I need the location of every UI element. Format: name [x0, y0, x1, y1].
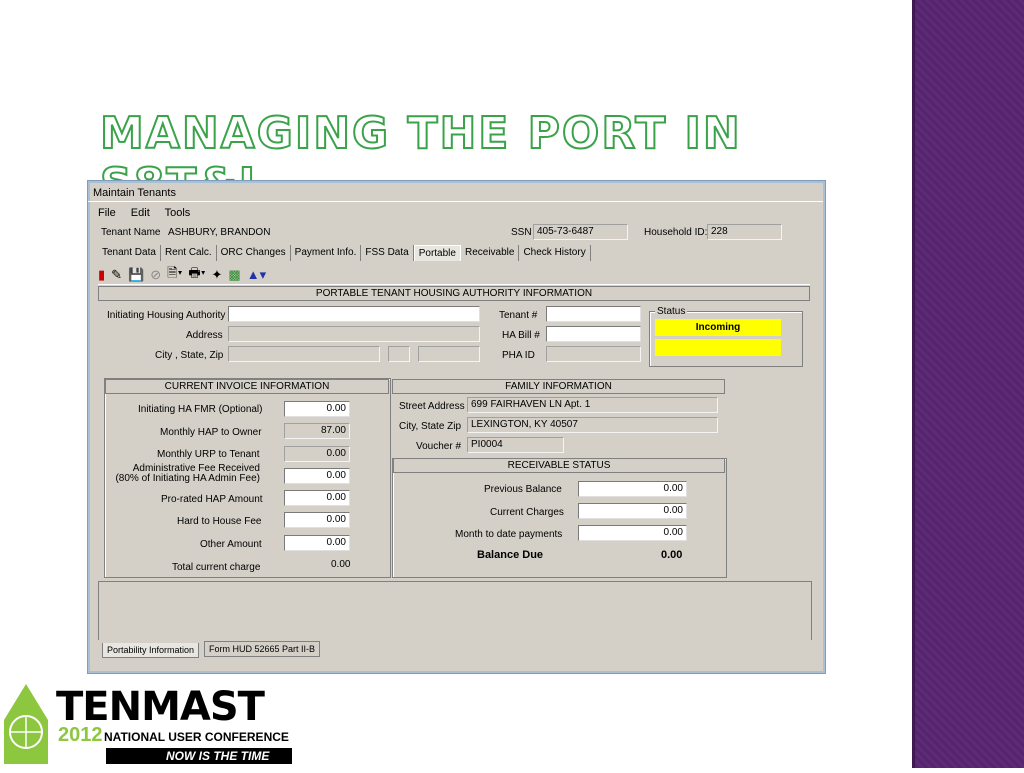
- tab-rent-calc[interactable]: Rent Calc.: [161, 245, 217, 261]
- logo-year: 2012: [58, 724, 103, 746]
- print-icon[interactable]: 🖶▾: [188, 264, 205, 286]
- mtd-payments-label: Month to date payments: [455, 529, 563, 540]
- pha-info-header: PORTABLE TENANT HOUSING AUTHORITY INFORM…: [98, 286, 810, 301]
- household-id-label: Household ID:: [644, 227, 708, 238]
- fmr-label: Initiating HA FMR (Optional): [138, 404, 263, 415]
- initiating-ha-label: Initiating Housing Authority: [107, 310, 226, 321]
- voucher-label: Voucher #: [416, 441, 462, 452]
- tab-portable[interactable]: Portable: [413, 245, 461, 261]
- logo-conference: NATIONAL USER CONFERENCE: [104, 730, 289, 744]
- current-charges-label: Current Charges: [490, 507, 564, 518]
- menu-tools[interactable]: Tools: [165, 207, 191, 219]
- tenant-no-input[interactable]: [546, 306, 641, 322]
- tab-tenant-data[interactable]: Tenant Data: [98, 245, 161, 261]
- admin-fee-label: Administrative Fee Received (80% of Init…: [115, 463, 260, 484]
- tab-portability-information[interactable]: Portability Information: [102, 643, 200, 658]
- menu-edit[interactable]: Edit: [131, 207, 150, 219]
- previous-balance-field[interactable]: 0.00: [578, 481, 687, 497]
- ssn-label: SSN: [511, 227, 532, 238]
- toolbar: ▮ ✎ 💾 ⊘ 🗎▾ 🖶▾ ✦ ▩ ▲▾: [98, 264, 810, 286]
- maintain-tenants-window: Maintain Tenants File Edit Tools Tenant …: [87, 180, 826, 674]
- tab-orc-changes[interactable]: ORC Changes: [217, 245, 291, 261]
- fmr-input[interactable]: 0.00: [284, 401, 350, 417]
- balance-due-value: 0.00: [661, 549, 683, 561]
- status-incoming-indicator: Incoming: [655, 319, 781, 336]
- household-id-field: 228: [707, 224, 782, 240]
- state-field: [388, 346, 410, 362]
- ha-bill-input[interactable]: [546, 326, 641, 342]
- content-area: [98, 581, 812, 640]
- balance-due-label: Balance Due: [477, 549, 544, 561]
- logo-tagline: NOW IS THE TIME: [166, 749, 270, 763]
- zip-field: [418, 346, 480, 362]
- city-state-zip-label: City , State, Zip: [155, 350, 224, 361]
- main-tabs: Tenant Data Rent Calc. ORC Changes Payme…: [98, 245, 591, 261]
- window-title: Maintain Tenants: [93, 187, 176, 199]
- total-charge-label: Total current charge: [172, 562, 261, 573]
- prorated-hap-input[interactable]: 0.00: [284, 490, 350, 506]
- tenant-name-label: Tenant Name: [101, 227, 161, 238]
- pha-id-field: [546, 346, 641, 362]
- invoice-header: CURRENT INVOICE INFORMATION: [105, 379, 389, 394]
- menu-file[interactable]: File: [98, 207, 116, 219]
- hard-to-house-label: Hard to House Fee: [177, 516, 262, 527]
- family-city-field: LEXINGTON, KY 40507: [467, 417, 718, 433]
- voucher-field: PI0004: [467, 437, 564, 453]
- edit-icon[interactable]: ✎: [111, 267, 122, 283]
- street-field: 699 FAIRHAVEN LN Apt. 1: [467, 397, 718, 413]
- cancel-icon[interactable]: ⊘: [150, 267, 161, 283]
- family-header: FAMILY INFORMATION: [392, 379, 725, 394]
- ssn-field: 405-73-6487: [533, 224, 628, 240]
- other-amount-label: Other Amount: [200, 539, 262, 550]
- street-label: Street Address: [399, 401, 465, 412]
- mtd-payments-field[interactable]: 0.00: [578, 525, 687, 541]
- money-icon[interactable]: ▩: [228, 267, 240, 283]
- urp-tenant-label: Monthly URP to Tenant: [157, 449, 260, 460]
- city-field: [228, 346, 380, 362]
- tab-receivable[interactable]: Receivable: [461, 245, 520, 261]
- ha-bill-label: HA Bill #: [502, 330, 540, 341]
- tab-fss-data[interactable]: FSS Data: [361, 245, 414, 261]
- decorative-purple-band: [912, 0, 1024, 768]
- wand-icon[interactable]: ✦: [212, 267, 223, 283]
- previous-balance-label: Previous Balance: [484, 484, 562, 495]
- hap-owner-label: Monthly HAP to Owner: [160, 427, 262, 438]
- pha-id-label: PHA ID: [502, 350, 535, 361]
- tools-icon[interactable]: ▲▾: [247, 267, 266, 283]
- tenmast-logo: TENMAST 2012 NATIONAL USER CONFERENCE NO…: [0, 680, 300, 768]
- hard-to-house-input[interactable]: 0.00: [284, 512, 350, 528]
- status-secondary-indicator: [655, 339, 781, 356]
- other-amount-input[interactable]: 0.00: [284, 535, 350, 551]
- address-field: [228, 326, 480, 342]
- exit-icon[interactable]: ▮: [98, 267, 105, 283]
- urp-tenant-field: 0.00: [284, 446, 350, 462]
- menu-bar: File Edit Tools: [98, 207, 202, 219]
- tenant-name-value: ASHBURY, BRANDON: [168, 227, 271, 238]
- admin-fee-input[interactable]: 0.00: [284, 468, 350, 484]
- tenant-no-label: Tenant #: [499, 310, 538, 321]
- address-label: Address: [186, 330, 223, 341]
- status-label: Status: [655, 306, 688, 317]
- total-charge-value: 0.00: [331, 559, 351, 570]
- receivable-header: RECEIVABLE STATUS: [393, 458, 725, 473]
- hap-owner-field: 87.00: [284, 423, 350, 439]
- prorated-hap-label: Pro-rated HAP Amount: [161, 494, 263, 505]
- tab-check-history[interactable]: Check History: [519, 245, 591, 261]
- initiating-ha-input[interactable]: [228, 306, 480, 322]
- tab-payment-info[interactable]: Payment Info.: [291, 245, 362, 261]
- current-charges-field[interactable]: 0.00: [578, 503, 687, 519]
- tab-form-hud-52665[interactable]: Form HUD 52665 Part II-B: [204, 641, 321, 657]
- new-icon[interactable]: 🗎▾: [167, 264, 182, 286]
- save-icon[interactable]: 💾: [128, 267, 144, 283]
- city-zip-label: City, State Zip: [399, 421, 462, 432]
